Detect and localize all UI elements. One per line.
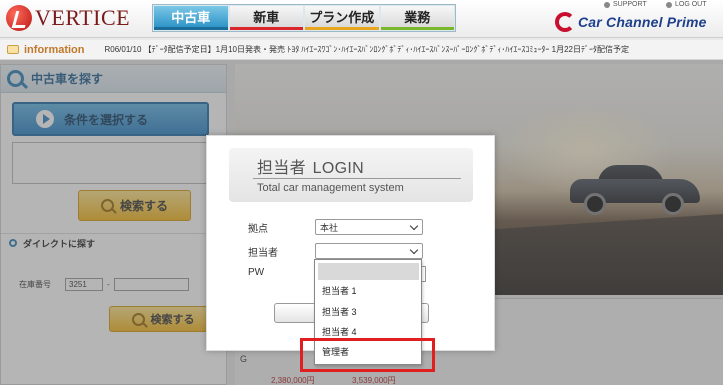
top-header: VERTICE 中古車 新車 プラン作成 業務 SUPPORT LOG OUT … bbox=[0, 0, 723, 38]
login-title-divider bbox=[253, 178, 461, 179]
information-ticker[interactable]: R06/01/10 【ﾃﾞｰﾀ配信予定日】1月10日発表・発売 ﾄﾖﾀ ﾊｲｴｰ… bbox=[105, 44, 705, 55]
information-bar: information R06/01/10 【ﾃﾞｰﾀ配信予定日】1月10日発表… bbox=[0, 40, 723, 60]
car-channel-prime-logo: Car Channel Prime bbox=[555, 12, 707, 32]
logout-label: LOG OUT bbox=[675, 1, 707, 8]
chevron-down-icon bbox=[409, 221, 419, 231]
tab-new-car[interactable]: 新車 bbox=[229, 6, 303, 30]
staff-option-blank[interactable] bbox=[318, 263, 419, 280]
car-channel-prime-text: Car Channel Prime bbox=[578, 14, 707, 30]
support-icon bbox=[604, 1, 610, 8]
information-icon bbox=[7, 45, 19, 54]
staff-option-3[interactable]: 担当者 3 bbox=[315, 301, 421, 321]
tab-plan[interactable]: プラン作成 bbox=[305, 6, 379, 30]
login-dialog-subtitle: Total car management system bbox=[257, 182, 404, 194]
branch-select-value: 本社 bbox=[320, 222, 339, 233]
vertice-logo-mark bbox=[6, 5, 32, 31]
staff-select[interactable] bbox=[315, 243, 423, 259]
logout-link[interactable]: LOG OUT bbox=[666, 0, 707, 9]
login-dialog-title: 担当者 LOGIN bbox=[257, 154, 364, 178]
branch-label: 拠点 bbox=[248, 224, 268, 235]
car-channel-prime-mark bbox=[555, 12, 575, 32]
tab-used-car[interactable]: 中古車 bbox=[154, 6, 228, 30]
information-label: information bbox=[24, 43, 85, 56]
logout-icon bbox=[666, 1, 672, 8]
chevron-down-icon bbox=[409, 245, 419, 255]
tab-business[interactable]: 業務 bbox=[380, 6, 454, 30]
main-nav-tabs: 中古車 新車 プラン作成 業務 bbox=[152, 4, 456, 32]
login-dialog-header: 担当者 LOGIN Total car management system bbox=[229, 148, 473, 202]
login-title-en: LOGIN bbox=[312, 160, 364, 177]
login-title-jp: 担当者 bbox=[257, 160, 306, 177]
staff-label: 担当者 bbox=[248, 248, 278, 259]
support-link[interactable]: SUPPORT bbox=[604, 0, 647, 9]
password-label: PW bbox=[248, 267, 265, 278]
staff-option-1[interactable]: 担当者 1 bbox=[315, 280, 421, 300]
branch-select[interactable]: 本社 bbox=[315, 219, 423, 235]
support-label: SUPPORT bbox=[613, 1, 647, 8]
admin-option-highlight-box bbox=[300, 338, 435, 372]
vertice-logo-text: VERTICE bbox=[35, 5, 131, 30]
vertice-logo[interactable]: VERTICE bbox=[6, 5, 130, 31]
